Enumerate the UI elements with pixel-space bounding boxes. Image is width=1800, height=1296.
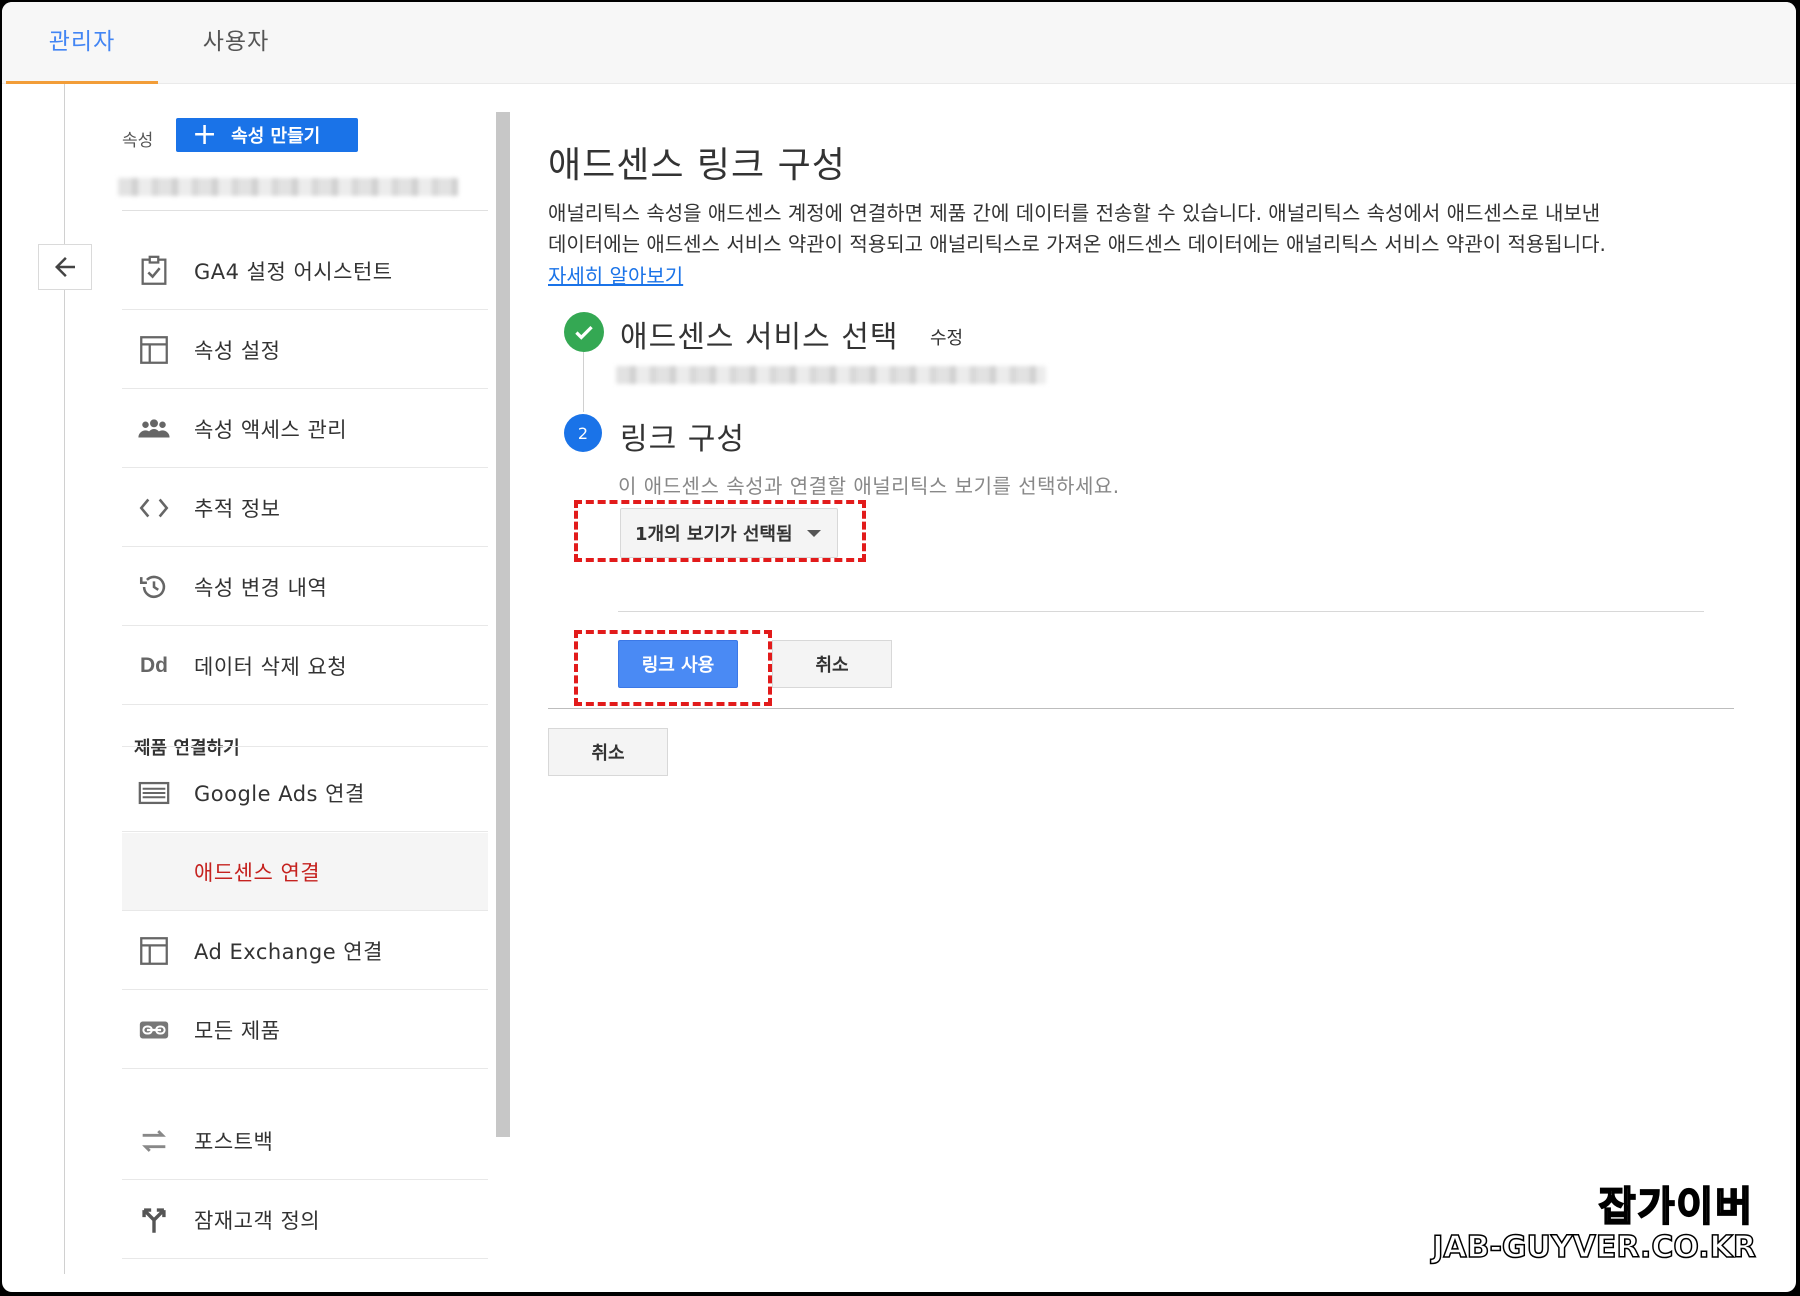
sidebar-item-label: Ad Exchange 연결: [194, 939, 383, 964]
sidebar-item-label: 데이터 삭제 요청: [194, 654, 348, 679]
sidebar-item-data-deletion[interactable]: Dd 데이터 삭제 요청: [122, 627, 488, 705]
sidebar-item-change-history[interactable]: 속성 변경 내역: [122, 548, 488, 626]
sidebar-item-label: 잠재고객 정의: [194, 1208, 321, 1233]
check-icon: [575, 325, 593, 340]
sidebar-item-all-products[interactable]: 모든 제품: [122, 991, 488, 1069]
sidebar-item-label: 추적 정보: [194, 496, 281, 521]
sidebar-scrollbar[interactable]: [496, 112, 510, 1137]
stepper-connector: [583, 352, 584, 412]
sidebar-item-label: GA4 설정 어시스턴트: [194, 259, 393, 284]
sidebar-item-label: 애드센스 연결: [194, 860, 321, 885]
history-icon: [134, 567, 174, 607]
watermark-url: JAB-GUYVER.CO.KR: [1431, 1229, 1756, 1266]
back-button[interactable]: [38, 244, 92, 290]
divider: [548, 708, 1734, 709]
step-1-title: 애드센스 서비스 선택: [620, 320, 899, 355]
dd-icon: Dd: [140, 653, 168, 677]
link-icon: [134, 1010, 174, 1050]
sidebar-item-property-settings[interactable]: 속성 설정: [122, 311, 488, 389]
description: 애널리틱스 속성을 애드센스 계정에 연결하면 제품 간에 데이터를 전송할 수…: [548, 198, 1788, 260]
sidebar-item-ga4-setup[interactable]: GA4 설정 어시스턴트: [122, 232, 488, 310]
learn-more-link[interactable]: 자세히 알아보기: [548, 260, 683, 289]
property-label: 속성: [122, 131, 154, 151]
sidebar-item-postback[interactable]: 포스트백: [122, 1102, 488, 1180]
plus-icon: +: [192, 117, 218, 152]
sidebar-item-access-management[interactable]: 속성 액세스 관리: [122, 390, 488, 468]
sidebar-item-ad-exchange[interactable]: Ad Exchange 연결: [122, 912, 488, 990]
divider: [122, 210, 488, 211]
app-window: 관리자 사용자 속성 + 속성 만들기 GA4 설정 어시스턴트 속성 설정 속…: [2, 2, 1796, 1292]
step-2-hint: 이 애드센스 속성과 연결할 애널리틱스 보기를 선택하세요.: [618, 474, 1120, 498]
blurred-property-name: [118, 178, 458, 196]
cancel-button[interactable]: 취소: [772, 640, 892, 688]
divider: [618, 611, 1704, 612]
sidebar-item-label: 포스트백: [194, 1129, 274, 1154]
tab-admin[interactable]: 관리자: [6, 2, 158, 84]
sidebar-item-label: 속성 액세스 관리: [194, 417, 348, 442]
sidebar-item-label: 속성 설정: [194, 338, 281, 363]
code-brackets-icon: [134, 488, 174, 528]
create-property-button[interactable]: + 속성 만들기: [176, 118, 358, 152]
description-line-2: 데이터에는 애드센스 서비스 약관이 적용되고 애널리틱스로 가져온 애드센스 …: [548, 232, 1606, 256]
window-icon: [134, 330, 174, 370]
main-content: 애드센스 링크 구성 애널리틱스 속성을 애드센스 계정에 연결하면 제품 간에…: [548, 2, 1788, 1292]
watermark-title: 잡가이버: [1598, 1183, 1754, 1231]
create-property-label: 속성 만들기: [231, 126, 321, 147]
cancel-button-outer[interactable]: 취소: [548, 728, 668, 776]
checklist-icon: [134, 251, 174, 291]
sidebar-item-label: 모든 제품: [194, 1018, 281, 1043]
step-2-badge: 2: [564, 414, 602, 452]
highlight-box-enable-link: [574, 630, 772, 706]
swap-icon: [134, 1121, 174, 1161]
ads-icon: [134, 773, 174, 813]
step-2-title: 링크 구성: [620, 422, 745, 457]
blurred-service-name: [616, 366, 1046, 384]
window-icon: [134, 931, 174, 971]
sidebar-item-audience-definitions[interactable]: 잠재고객 정의: [122, 1181, 488, 1259]
divider: [122, 746, 488, 747]
tab-user[interactable]: 사용자: [160, 2, 312, 84]
fork-icon: [134, 1200, 174, 1240]
step-1-edit-link[interactable]: 수정: [930, 324, 963, 350]
sidebar-item-adsense[interactable]: 애드센스 연결: [122, 833, 488, 911]
sidebar-item-label: 속성 변경 내역: [194, 575, 328, 600]
step-complete-badge: [564, 312, 604, 352]
sidebar-item-google-ads[interactable]: Google Ads 연결: [122, 754, 488, 832]
sidebar-item-tracking-info[interactable]: 추적 정보: [122, 469, 488, 547]
arrow-left-icon: [55, 257, 75, 277]
people-icon: [134, 409, 174, 449]
description-line-1: 애널리틱스 속성을 애드센스 계정에 연결하면 제품 간에 데이터를 전송할 수…: [548, 201, 1601, 225]
highlight-box-view-select: [574, 500, 866, 562]
sidebar-item-label: Google Ads 연결: [194, 781, 365, 806]
page-title: 애드센스 링크 구성: [548, 145, 846, 186]
